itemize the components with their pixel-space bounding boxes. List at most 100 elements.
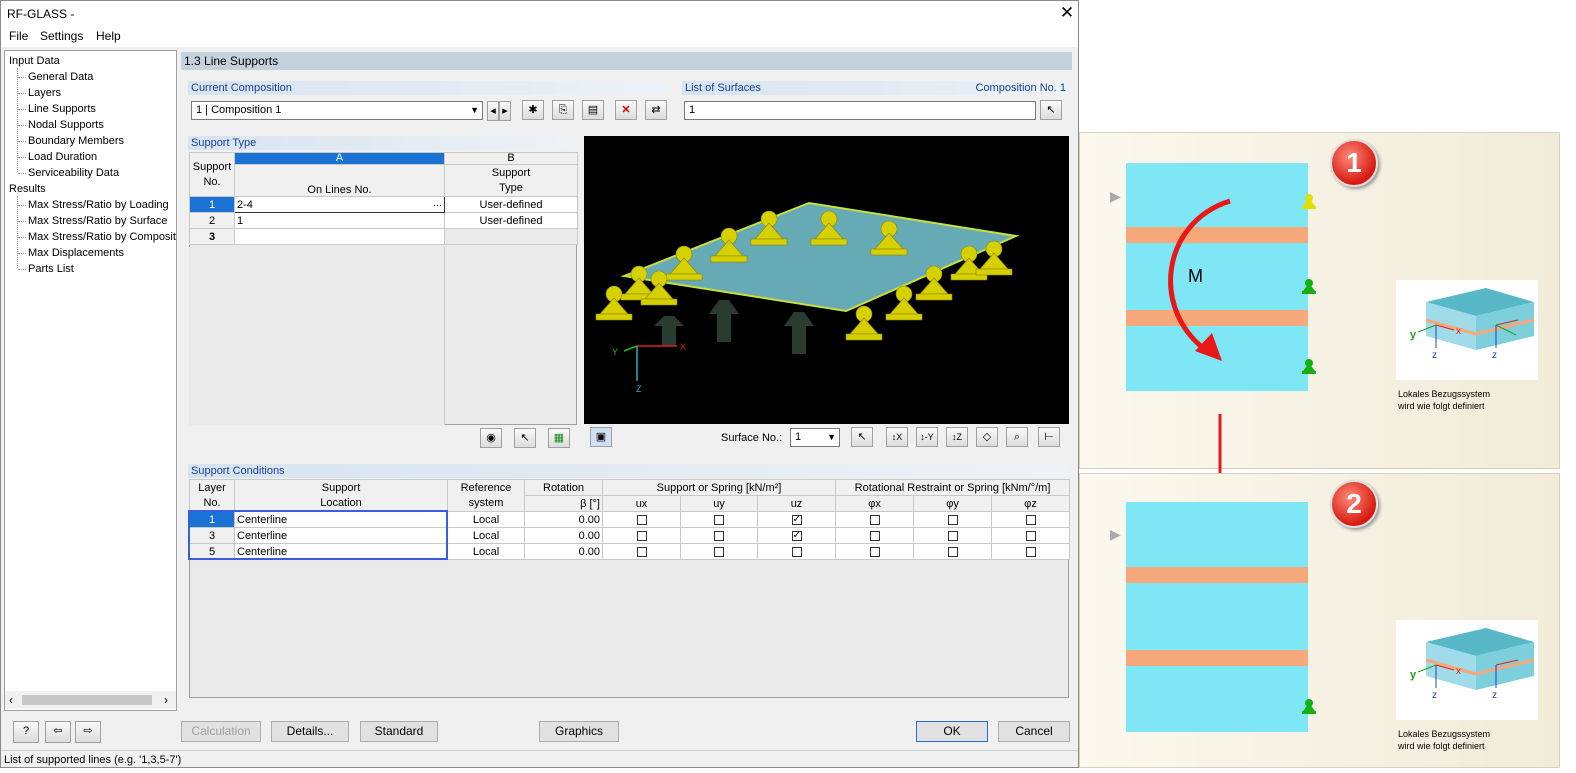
on-lines-cell[interactable]: 1 (234, 212, 445, 229)
cancel-button[interactable]: Cancel (998, 721, 1070, 742)
calculation-button[interactable]: Calculation (181, 721, 261, 742)
phix-checkbox[interactable] (869, 546, 880, 557)
row-no[interactable]: 1 (189, 196, 235, 213)
reference-system-cell[interactable]: Local (447, 527, 525, 544)
on-lines-cell[interactable]: 2-4... (234, 196, 445, 213)
ux-checkbox[interactable] (636, 546, 647, 557)
menu-settings[interactable]: Settings (40, 29, 83, 43)
excel-export-button[interactable]: ▦ (548, 428, 570, 448)
layer-no[interactable]: 5 (189, 543, 235, 560)
uz-checkbox[interactable]: ✓ (791, 514, 802, 525)
table-row[interactable]: 3 Centerline Local 0.00 ✓ (189, 527, 1071, 544)
tree-layers[interactable]: Layers (28, 87, 61, 99)
support-type-cell[interactable]: User-defined (444, 196, 578, 213)
nav-horizontal-scrollbar[interactable]: ‹ › (5, 691, 176, 709)
col-b-header[interactable]: B (444, 151, 578, 166)
support-type-cell[interactable]: User-defined (444, 212, 578, 229)
support-location-cell[interactable]: Centerline (234, 543, 448, 560)
rotation-cell[interactable]: 0.00 (524, 527, 603, 544)
graphics-settings-button[interactable]: ▣ (590, 427, 612, 447)
ok-button[interactable]: OK (916, 721, 988, 742)
tree-max-stress-loading[interactable]: Max Stress/Ratio by Loading (28, 199, 169, 211)
view-x-button[interactable]: ↕X (886, 427, 908, 447)
table-row[interactable]: 2 1 User-defined (189, 212, 578, 229)
phiy-checkbox[interactable] (947, 530, 958, 541)
scroll-left-icon[interactable]: ‹ (9, 693, 13, 707)
table-row[interactable]: 1 2-4... User-defined (189, 196, 578, 213)
row-no[interactable]: 2 (189, 212, 235, 229)
table-row[interactable]: 3 (189, 228, 578, 245)
surface-no-select[interactable]: 1 ▼ (790, 428, 840, 447)
standard-button[interactable]: Standard (360, 721, 438, 742)
isometric-view-button[interactable]: ◇ (976, 427, 998, 447)
tree-nodal-supports[interactable]: Nodal Supports (28, 119, 104, 131)
view-neg-y-button[interactable]: ↕-Y (916, 427, 938, 447)
import-button[interactable]: ⇦ (45, 721, 71, 743)
tree-max-displacements[interactable]: Max Displacements (28, 247, 124, 259)
tree-parts-list[interactable]: Parts List (28, 263, 74, 275)
reference-system-cell[interactable]: Local (447, 511, 525, 528)
support-type-cell[interactable] (444, 228, 578, 245)
scroll-thumb[interactable] (22, 695, 152, 705)
tree-boundary-members[interactable]: Boundary Members (28, 135, 124, 147)
table-row[interactable]: 5 Centerline Local 0.00 (189, 543, 1071, 560)
tree-results[interactable]: Results (9, 183, 46, 195)
view-z-button[interactable]: ↕Z (946, 427, 968, 447)
tree-max-stress-composition[interactable]: Max Stress/Ratio by Compositio (28, 231, 176, 243)
tree-input-data[interactable]: Input Data (9, 55, 60, 67)
tree-general-data[interactable]: General Data (28, 71, 93, 83)
close-icon[interactable]: ✕ (1057, 3, 1077, 23)
export-button[interactable]: ⇨ (75, 721, 101, 743)
col-a-header[interactable]: A (234, 151, 445, 166)
on-lines-cell[interactable] (234, 228, 445, 245)
uy-checkbox[interactable] (714, 514, 724, 525)
uy-checkbox[interactable] (714, 546, 724, 557)
copy-composition-button[interactable]: ⎘ (552, 100, 574, 120)
details-button[interactable]: Details... (271, 721, 349, 742)
delete-composition-button[interactable]: ✕ (615, 100, 637, 120)
uz-checkbox[interactable] (791, 546, 802, 557)
new-composition-button[interactable]: ✱ (522, 100, 544, 120)
help-button[interactable]: ? (13, 721, 39, 743)
tree-line-supports[interactable]: Line Supports (28, 103, 96, 115)
rotation-cell[interactable]: 0.00 (524, 511, 603, 528)
uz-checkbox[interactable]: ✓ (791, 530, 802, 541)
row-no[interactable]: 3 (189, 228, 235, 245)
pick-surface-button[interactable]: ↖ (851, 427, 873, 447)
layer-no[interactable]: 3 (189, 527, 235, 544)
tree-serviceability-data[interactable]: Serviceability Data (28, 167, 119, 179)
phiy-checkbox[interactable] (947, 546, 958, 557)
support-location-cell[interactable]: Centerline (234, 527, 448, 544)
table-row[interactable]: 1 Centerline Local 0.00 ✓ (189, 511, 1071, 528)
tree-load-duration[interactable]: Load Duration (28, 151, 97, 163)
prev-composition-button[interactable]: ◂ (487, 101, 499, 121)
phix-checkbox[interactable] (869, 514, 880, 525)
phiz-checkbox[interactable] (1025, 514, 1036, 525)
view-eye-button[interactable]: ◉ (480, 428, 502, 448)
menu-help[interactable]: Help (96, 29, 121, 43)
zoom-button[interactable]: ⌕ (1006, 427, 1028, 447)
graphics-viewport[interactable]: X Y Z (584, 136, 1069, 424)
rotation-cell[interactable]: 0.00 (524, 543, 603, 560)
rename-composition-button[interactable]: ▤ (582, 100, 604, 120)
pick-surfaces-button[interactable]: ↖ (1040, 100, 1062, 120)
menu-file[interactable]: File (9, 29, 28, 43)
axes-button[interactable]: ⊢ (1038, 427, 1060, 447)
ux-checkbox[interactable] (636, 530, 647, 541)
phiz-checkbox[interactable] (1025, 546, 1036, 557)
ellipsis-button[interactable]: ... (433, 198, 442, 210)
next-composition-button[interactable]: ▸ (499, 101, 511, 121)
surfaces-input[interactable]: 1 (684, 101, 1036, 120)
layer-no[interactable]: 1 (189, 511, 235, 528)
import-composition-button[interactable]: ⇄ (645, 100, 667, 120)
select-pointer-button[interactable]: ↖ (514, 428, 536, 448)
phix-checkbox[interactable] (869, 530, 880, 541)
phiy-checkbox[interactable] (947, 514, 958, 525)
support-location-cell[interactable]: Centerline (234, 511, 448, 528)
graphics-button[interactable]: Graphics (539, 721, 619, 742)
uy-checkbox[interactable] (714, 530, 724, 541)
tree-max-stress-surface[interactable]: Max Stress/Ratio by Surface (28, 215, 167, 227)
reference-system-cell[interactable]: Local (447, 543, 525, 560)
phiz-checkbox[interactable] (1025, 530, 1036, 541)
ux-checkbox[interactable] (636, 514, 647, 525)
